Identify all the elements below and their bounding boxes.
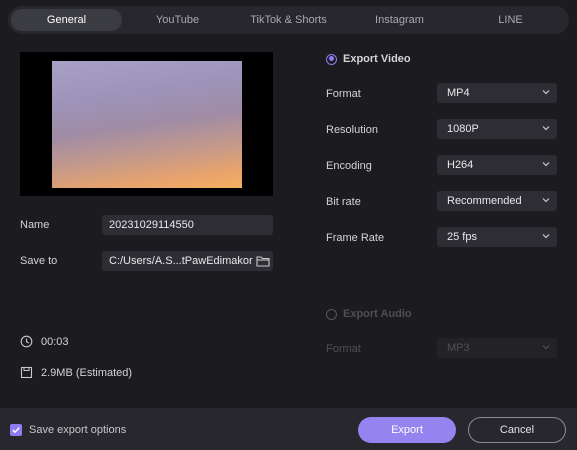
chevron-down-icon [542, 234, 550, 239]
resolution-select[interactable]: 1080P [437, 119, 557, 139]
duration-row: 00:03 [20, 335, 69, 348]
resolution-value: 1080P [447, 123, 479, 135]
size-row: 2.9MB (Estimated) [20, 366, 132, 379]
tab-youtube[interactable]: YouTube [122, 9, 233, 31]
chevron-down-icon [542, 162, 550, 167]
frame-rate-value: 25 fps [447, 231, 477, 243]
encoding-label: Encoding [326, 160, 372, 172]
tab-bar: General YouTube TikTok & Shorts Instagra… [8, 6, 569, 34]
encoding-select[interactable]: H264 [437, 155, 557, 175]
save-to-label: Save to [20, 255, 58, 267]
tab-tiktok-shorts[interactable]: TikTok & Shorts [233, 9, 344, 31]
export-video-option[interactable]: Export Video [326, 53, 411, 65]
bit-rate-value: Recommended [447, 195, 522, 207]
audio-format-select[interactable]: MP3 [437, 338, 557, 358]
audio-format-label: Format [326, 343, 361, 355]
save-options-label[interactable]: Save export options [29, 424, 126, 436]
name-field[interactable]: 20231029114550 [102, 215, 273, 235]
save-options-checkbox[interactable] [10, 424, 22, 436]
folder-icon[interactable] [256, 254, 270, 268]
format-label: Format [326, 88, 361, 100]
encoding-value: H264 [447, 159, 474, 171]
tab-general[interactable]: General [11, 9, 122, 31]
preview-thumbnail [52, 61, 242, 188]
frame-rate-select[interactable]: 25 fps [437, 227, 557, 247]
format-select[interactable]: MP4 [437, 83, 557, 103]
bit-rate-select[interactable]: Recommended [437, 191, 557, 211]
bit-rate-label: Bit rate [326, 196, 361, 208]
video-preview [20, 52, 273, 196]
size-value: 2.9MB (Estimated) [41, 366, 133, 379]
format-value: MP4 [447, 87, 470, 99]
export-audio-radio[interactable] [326, 308, 337, 320]
chevron-down-icon [542, 198, 550, 203]
save-icon [20, 366, 33, 379]
audio-format-value: MP3 [447, 342, 470, 354]
chevron-down-icon [542, 126, 550, 131]
export-video-radio[interactable] [326, 53, 337, 65]
resolution-label: Resolution [326, 124, 378, 136]
export-video-label: Export Video [343, 53, 411, 65]
duration-value: 00:03 [41, 335, 69, 348]
check-icon [12, 427, 20, 434]
clock-icon [20, 335, 33, 348]
chevron-down-icon [542, 90, 550, 95]
tab-instagram[interactable]: Instagram [344, 9, 455, 31]
cancel-button[interactable]: Cancel [468, 417, 566, 443]
tab-line[interactable]: LINE [455, 9, 566, 31]
export-audio-option[interactable]: Export Audio [326, 308, 412, 320]
save-path-field[interactable]: C:/Users/A.S...tPawEdimakor [102, 251, 273, 271]
frame-rate-label: Frame Rate [326, 232, 385, 244]
name-label: Name [20, 219, 50, 231]
export-button[interactable]: Export [358, 417, 456, 443]
export-audio-label: Export Audio [343, 308, 412, 320]
chevron-down-icon [542, 345, 550, 350]
